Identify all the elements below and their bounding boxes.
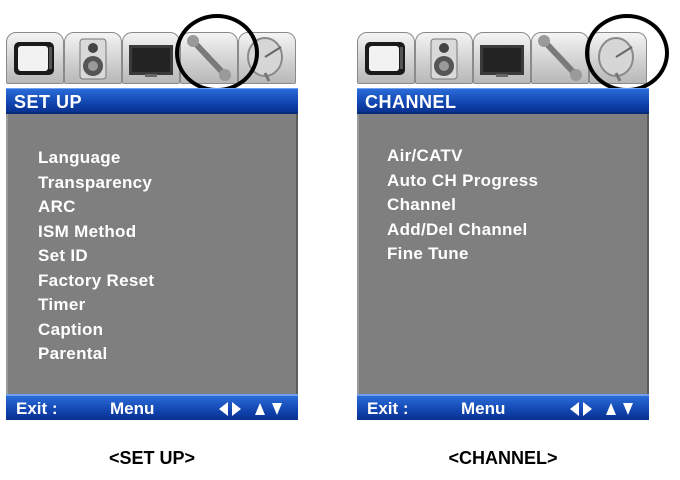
navigation-arrows-icon [219,402,282,416]
menu-item-auto-ch-progress[interactable]: Auto CH Progress [387,169,538,194]
tab-picture[interactable] [357,32,415,84]
menu-item-ism-method[interactable]: ISM Method [38,220,154,245]
exit-label: Exit : [16,399,58,418]
tab-sound[interactable] [415,32,473,84]
navigation-arrows-icon [570,402,633,416]
menu-item-parental[interactable]: Parental [38,342,154,367]
selected-tab-highlight-circle [585,14,669,92]
menu-title-bar: SET UP [6,88,298,114]
exit-label: Exit : [367,399,409,418]
tv-icon [14,42,54,75]
screen-icon [129,45,173,77]
menu-footer-bar: Exit : Menu [357,394,649,420]
speaker-icon [430,38,458,80]
tab-sound[interactable] [64,32,122,84]
menu-item-channel[interactable]: Channel [387,193,538,218]
menu-item-set-id[interactable]: Set ID [38,244,154,269]
menu-item-language[interactable]: Language [38,146,154,171]
speaker-icon [79,38,107,80]
wrench-icon [538,35,582,81]
menu-item-transparency[interactable]: Transparency [38,171,154,196]
selected-tab-highlight-circle [175,14,259,92]
tab-screen[interactable] [122,32,180,84]
menu-panel: Air/CATV Auto CH Progress Channel Add/De… [357,114,649,394]
menu-item-air-catv[interactable]: Air/CATV [387,144,538,169]
menu-footer-bar: Exit : Menu [6,394,298,420]
menu-item-fine-tune[interactable]: Fine Tune [387,242,538,267]
menu-item-list: Language Transparency ARC ISM Method Set… [38,146,154,367]
menu-panel: Language Transparency ARC ISM Method Set… [6,114,298,394]
menu-item-timer[interactable]: Timer [38,293,154,318]
menu-key-label: Menu [461,399,506,418]
menu-key-label: Menu [110,399,155,418]
menu-item-list: Air/CATV Auto CH Progress Channel Add/De… [387,144,538,267]
tv-icon [365,42,405,75]
tab-screen[interactable] [473,32,531,84]
menu-item-add-del-channel[interactable]: Add/Del Channel [387,218,538,243]
menu-item-caption[interactable]: Caption [38,318,154,343]
setup-screen-caption: <SET UP> [108,448,196,468]
channel-screen-caption: <CHANNEL> [448,448,558,468]
menu-item-factory-reset[interactable]: Factory Reset [38,269,154,294]
menu-item-arc[interactable]: ARC [38,195,154,220]
channel-menu-screen: CHANNEL Air/CATV Auto CH Progress Channe… [353,14,669,420]
menu-title-bar: CHANNEL [357,88,649,114]
setup-menu-screen: SET UP Language Transparency ARC ISM Met… [2,14,302,420]
menu-title: SET UP [14,92,83,112]
tab-picture[interactable] [6,32,64,84]
tab-setup[interactable] [531,32,589,84]
screen-icon [480,45,524,77]
menu-title: CHANNEL [365,92,457,112]
